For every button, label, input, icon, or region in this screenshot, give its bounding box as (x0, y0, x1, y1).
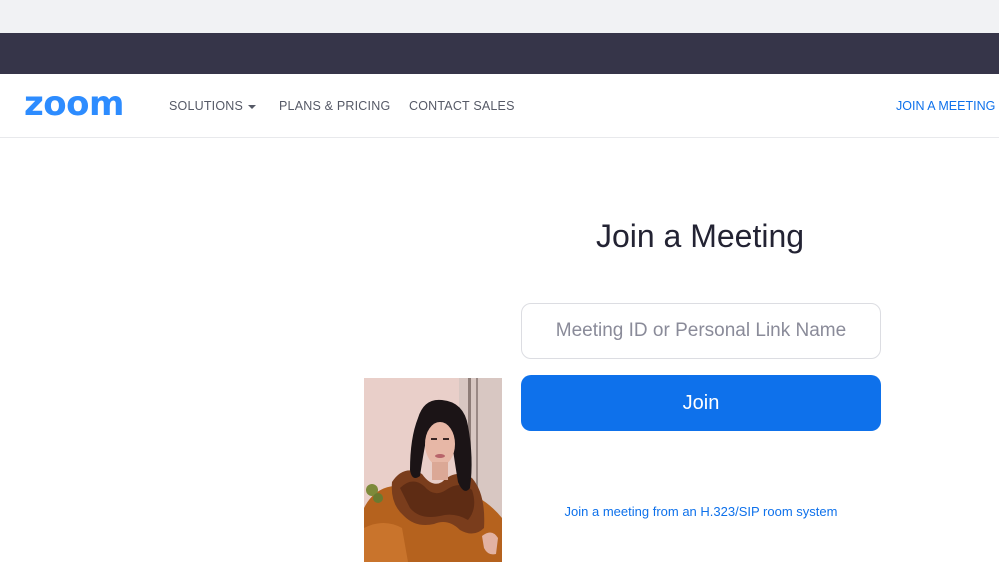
nav-contact-sales[interactable]: CONTACT SALES (409, 98, 515, 114)
browser-top-strip (0, 0, 999, 33)
meeting-id-input[interactable] (521, 303, 881, 359)
main-content: Join a Meeting Join (0, 139, 999, 580)
page-title: Join a Meeting (595, 218, 805, 254)
caret-down-icon (248, 104, 257, 109)
nav-solutions-label: SOLUTIONS (169, 99, 244, 113)
join-button[interactable]: Join (521, 375, 881, 431)
zoom-logo[interactable]: zoom (24, 84, 124, 124)
nav-solutions[interactable]: SOLUTIONS (169, 98, 257, 114)
navbar: zoom SOLUTIONS PLANS & PRICING CONTACT S… (0, 74, 999, 138)
nav-join-meeting[interactable]: JOIN A MEETING (896, 98, 995, 114)
nav-plans-pricing[interactable]: PLANS & PRICING (279, 98, 390, 114)
person-photo (364, 378, 502, 562)
top-banner-bar (0, 33, 999, 74)
sip-room-link[interactable]: Join a meeting from an H.323/SIP room sy… (521, 504, 881, 519)
